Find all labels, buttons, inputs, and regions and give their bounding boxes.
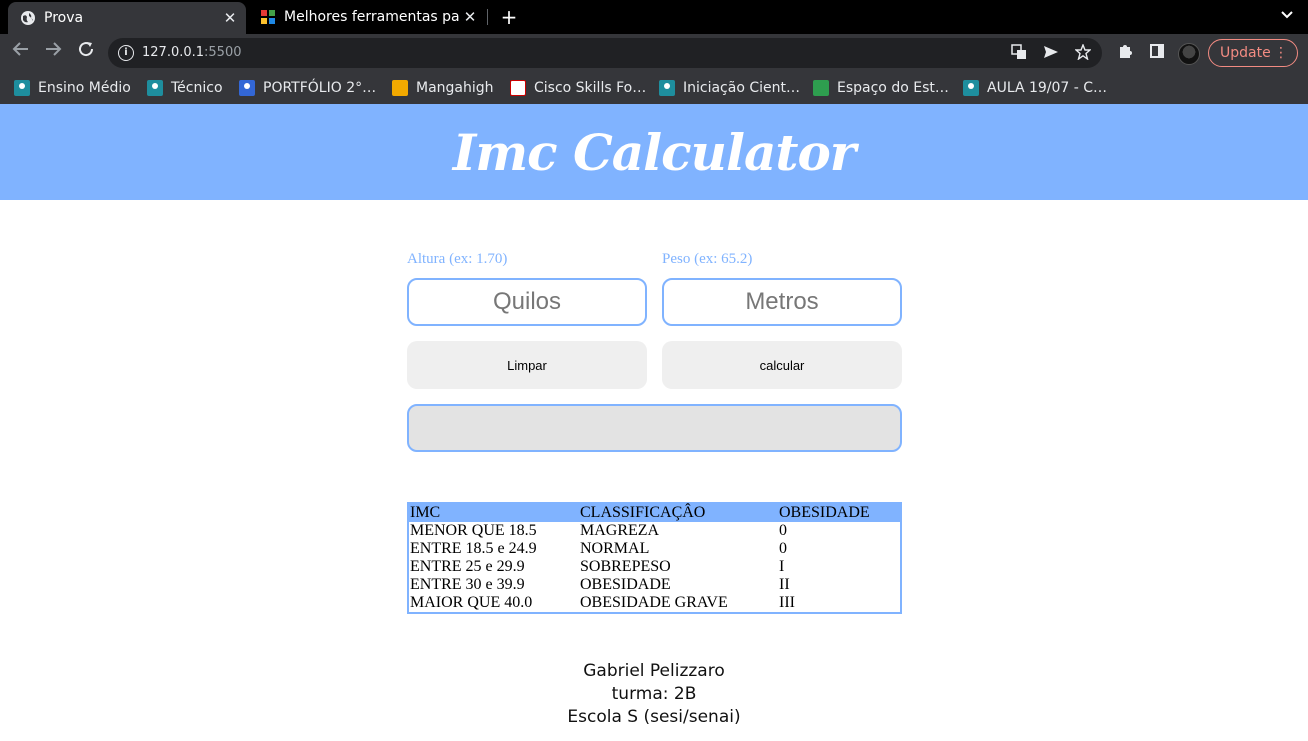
bookmark-label: AULA 19/07 - C… [987,80,1108,96]
espaco-icon [813,80,829,96]
classroom-icon [963,80,979,96]
classroom-blue-icon [239,80,255,96]
extensions-puzzle-icon[interactable] [1115,43,1135,63]
url-text[interactable]: 127.0.0.1:5500 [142,45,242,60]
classification-cell: OBESIDADE [580,576,671,593]
menu-dots-icon[interactable]: ⋮ [1274,40,1288,66]
bookmark-portfolio[interactable]: PORTFÓLIO 2°… [239,78,376,98]
table-row: MENOR QUE 18.5 MAGREZA 0 [408,522,901,540]
close-tab-icon[interactable]: ✕ [220,9,240,27]
obesity-grade-cell: 0 [779,540,787,557]
bookmark-label: PORTFÓLIO 2°… [263,80,377,96]
browser-toolbar: i 127.0.0.1:5500 Update ⋮ [0,34,1308,72]
address-bar[interactable]: i 127.0.0.1:5500 [108,38,1102,68]
tab-title: Melhores ferramentas pa [284,9,460,25]
imc-classification-table: IMC CLASSIFICAÇÂO OBESIDADE MENOR QUE 18… [407,502,902,614]
author-name: Gabriel Pelizzaro [583,661,725,681]
table-header-row: IMC CLASSIFICAÇÂO OBESIDADE [408,503,901,522]
obesity-grade-cell: 0 [779,522,787,539]
classification-cell: SOBREPESO [580,558,671,575]
mangahigh-icon [392,80,408,96]
altura-label: Altura (ex: 1.70) [407,251,508,267]
classification-cell: MAGREZA [580,522,660,539]
side-panel-icon[interactable] [1147,43,1167,63]
globe-icon [21,11,35,25]
classroom-icon [147,80,163,96]
classification-cell: NORMAL [580,540,650,557]
table-row: ENTRE 18.5 e 24.9 NORMAL 0 [408,540,901,558]
obesity-grade-cell: II [779,576,790,593]
calculate-button[interactable]: calcular [662,341,902,389]
imc-range-cell: MAIOR QUE 40.0 [410,594,533,611]
tab-melhores-ferramentas[interactable]: Melhores ferramentas pa ✕ [248,0,486,34]
bookmark-label: Técnico [171,80,223,96]
bookmark-iniciacao[interactable]: Iniciação Cient… [659,78,800,98]
imc-range-cell: MENOR QUE 18.5 [410,522,537,539]
altura-input[interactable] [407,278,647,326]
tab-separator [487,9,488,25]
send-icon[interactable] [1042,44,1060,62]
header-obesidade: OBESIDADE [779,504,870,521]
site-info-icon[interactable]: i [118,45,134,61]
tab-title: Prova [44,10,84,26]
imc-range-cell: ENTRE 25 e 29.9 [410,558,525,575]
page-title: Imc Calculator [452,122,856,182]
bookmark-mangahigh[interactable]: Mangahigh [392,78,494,98]
url-host: 127.0.0.1 [142,45,205,60]
table-row: ENTRE 30 e 39.9 OBESIDADE II [408,576,901,594]
tab-search-chevron-icon[interactable] [1276,6,1298,28]
profile-avatar[interactable] [1178,43,1200,65]
classroom-icon [659,80,675,96]
result-display [407,404,902,452]
new-tab-button[interactable]: + [498,6,520,28]
tab-strip: Prova ✕ Melhores ferramentas pa ✕ + [0,0,1308,34]
bookmark-label: Espaço do Est… [837,80,949,96]
classroom-icon [14,80,30,96]
reload-icon[interactable] [73,40,99,66]
bookmark-star-icon[interactable] [1074,43,1092,62]
table-row: MAIOR QUE 40.0 OBESIDADE GRAVE III [408,594,901,613]
back-arrow-icon[interactable] [8,40,34,66]
page-header: Imc Calculator [0,104,1308,200]
peso-input[interactable] [662,278,902,326]
clear-button[interactable]: Limpar [407,341,647,389]
bookmark-cisco[interactable]: Cisco Skills Fo… [510,78,646,98]
peso-label: Peso (ex: 65.2) [662,251,753,267]
class-info: turma: 2B [611,684,697,704]
obesity-grade-cell: I [779,558,785,575]
bookmarks-bar: Ensino Médio Técnico PORTFÓLIO 2°… Manga… [0,72,1308,104]
forward-arrow-icon[interactable] [40,40,66,66]
bookmark-espaco[interactable]: Espaço do Est… [813,78,949,98]
update-button[interactable]: Update ⋮ [1208,39,1298,67]
bookmark-label: Cisco Skills Fo… [534,80,647,96]
page-footer: Gabriel Pelizzaro turma: 2B Escola S (se… [0,660,1308,729]
header-classificacao: CLASSIFICAÇÂO [580,504,706,521]
bookmark-tecnico[interactable]: Técnico [147,78,223,98]
bookmark-label: Ensino Médio [38,80,131,96]
bookmark-aula[interactable]: AULA 19/07 - C… [963,78,1107,98]
bookmark-ensino-medio[interactable]: Ensino Médio [14,78,131,98]
table-row: ENTRE 25 e 29.9 SOBREPESO I [408,558,901,576]
bookmark-label: Iniciação Cient… [683,80,800,96]
classification-cell: OBESIDADE GRAVE [580,594,728,611]
tab-prova[interactable]: Prova ✕ [8,2,246,34]
header-imc: IMC [410,504,441,521]
update-label: Update [1220,45,1271,61]
obesity-grade-cell: III [779,594,795,611]
imc-range-cell: ENTRE 30 e 39.9 [410,576,525,593]
cisco-icon [510,80,526,96]
school-info: Escola S (sesi/senai) [567,707,741,727]
url-port: :5500 [204,45,242,60]
imc-range-cell: ENTRE 18.5 e 24.9 [410,540,537,557]
tools-site-icon [261,10,275,24]
translate-icon[interactable] [1010,44,1028,62]
close-tab-icon[interactable]: ✕ [460,8,480,26]
bookmark-label: Mangahigh [416,80,494,96]
